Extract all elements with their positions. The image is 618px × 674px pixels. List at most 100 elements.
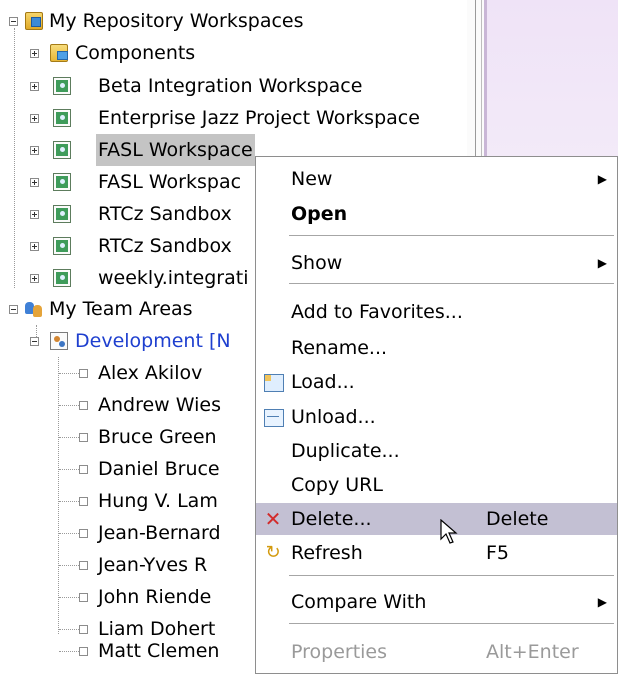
menu-item-label: Rename... <box>291 337 388 359</box>
tree-guide <box>59 597 79 599</box>
tree-guide <box>59 437 79 439</box>
tree-guide <box>59 565 79 567</box>
workspace-icon <box>53 109 71 127</box>
workspace-icon <box>53 141 71 159</box>
menu-separator <box>289 235 614 236</box>
workspace-icon <box>53 77 71 95</box>
tree-node-label: RTCz Sandbox <box>98 203 232 225</box>
collapse-icon[interactable] <box>30 337 39 346</box>
expand-icon[interactable] <box>30 49 39 58</box>
tree-node-label: FASL Workspac <box>98 171 242 193</box>
tree-guide <box>59 373 79 375</box>
expand-icon[interactable] <box>30 82 39 91</box>
tree-node-label: Alex Akilov <box>98 362 203 384</box>
menu-item-properties[interactable]: Properties Alt+Enter <box>256 636 617 668</box>
member-icon <box>79 433 88 442</box>
menu-separator <box>289 575 614 576</box>
tree-node-label: weekly.integrati <box>98 267 249 289</box>
menu-item-label: Properties <box>291 641 388 663</box>
tree-guide <box>59 533 79 535</box>
expand-icon[interactable] <box>30 242 39 251</box>
tree-guide <box>59 651 79 653</box>
menu-item-label: Refresh <box>291 542 363 564</box>
tree-node-label: Bruce Green <box>98 426 217 448</box>
collapse-icon[interactable] <box>9 305 18 314</box>
menu-item-new[interactable]: New ▶ <box>256 163 617 195</box>
unload-icon <box>264 409 284 427</box>
tree-node-label: My Team Areas <box>49 298 193 320</box>
tree-node-label: Jean-Bernard <box>98 522 221 544</box>
tree-node-label: John Riende <box>98 586 212 608</box>
team-area-icon <box>50 332 68 350</box>
member-icon <box>79 529 88 538</box>
member-icon <box>79 465 88 474</box>
menu-item-shortcut: Delete <box>486 508 549 530</box>
collapse-icon[interactable] <box>9 17 18 26</box>
submenu-arrow-icon: ▶ <box>597 256 607 270</box>
menu-item-unload[interactable]: Unload... <box>256 401 617 433</box>
menu-item-refresh[interactable]: ↻ Refresh F5 <box>256 537 617 569</box>
tree-node-label: Development [N <box>75 330 231 352</box>
menu-item-shortcut: F5 <box>486 542 510 564</box>
tree-node-label: Components <box>75 42 196 64</box>
menu-item-load[interactable]: Load... <box>256 366 617 398</box>
team-areas-icon <box>25 300 43 318</box>
tree-node-label: Enterprise Jazz Project Workspace <box>98 107 420 129</box>
refresh-icon: ↻ <box>265 542 281 563</box>
expand-icon[interactable] <box>30 178 39 187</box>
components-folder-icon <box>50 44 68 62</box>
menu-item-open[interactable]: Open <box>256 198 617 230</box>
tree-guide <box>14 28 16 288</box>
menu-item-copy-url[interactable]: Copy URL <box>256 469 617 501</box>
member-icon <box>79 369 88 378</box>
tree-node-label: Hung V. Lam <box>98 490 218 512</box>
menu-separator <box>289 623 614 624</box>
mouse-pointer-icon <box>440 519 458 544</box>
tree-node-label: Matt Clemen <box>98 640 220 662</box>
tree-node-label: Beta Integration Workspace <box>98 75 363 97</box>
tree-node-label: RTCz Sandbox <box>98 235 232 257</box>
tree-node-label: Jean-Yves R <box>98 554 208 576</box>
menu-item-show[interactable]: Show ▶ <box>256 247 617 279</box>
tree-node-label: Daniel Bruce <box>98 458 220 480</box>
member-icon <box>79 647 88 656</box>
menu-item-label: Load... <box>291 371 355 393</box>
menu-item-label: Unload... <box>291 406 376 428</box>
tree-node-label: My Repository Workspaces <box>49 10 304 32</box>
tree-guide <box>59 469 79 471</box>
member-icon <box>79 401 88 410</box>
workspace-icon <box>53 269 71 287</box>
workspace-icon <box>53 173 71 191</box>
menu-item-label: Copy URL <box>291 474 383 496</box>
menu-item-label: Duplicate... <box>291 440 400 462</box>
tree-guide <box>59 405 79 407</box>
menu-item-label: Add to Favorites... <box>291 301 463 323</box>
menu-item-label: New <box>291 168 333 190</box>
member-icon <box>79 593 88 602</box>
tree-guide <box>58 357 60 634</box>
tree-node-label: FASL Workspace <box>96 134 255 166</box>
workspace-icon <box>53 205 71 223</box>
tree-node-label: Andrew Wies <box>98 394 221 416</box>
member-icon <box>79 625 88 634</box>
menu-item-rename[interactable]: Rename... <box>256 332 617 364</box>
menu-item-add-to-favorites[interactable]: Add to Favorites... <box>256 296 617 328</box>
menu-item-shortcut: Alt+Enter <box>486 641 579 663</box>
submenu-arrow-icon: ▶ <box>597 595 607 609</box>
menu-item-duplicate[interactable]: Duplicate... <box>256 435 617 467</box>
tree-guide <box>59 629 79 631</box>
tree-guide <box>59 501 79 503</box>
expand-icon[interactable] <box>30 146 39 155</box>
expand-icon[interactable] <box>30 274 39 283</box>
menu-separator <box>289 283 614 284</box>
menu-item-label: Compare With <box>291 591 427 613</box>
workspace-icon <box>53 237 71 255</box>
menu-item-compare-with[interactable]: Compare With ▶ <box>256 586 617 618</box>
menu-item-label: Delete... <box>291 508 372 530</box>
context-menu: New ▶ Open Show ▶ Add to Favorites... Re… <box>255 156 618 674</box>
menu-item-delete[interactable]: ✕ Delete... Delete <box>256 503 617 535</box>
expand-icon[interactable] <box>30 210 39 219</box>
expand-icon[interactable] <box>30 114 39 123</box>
member-icon <box>79 497 88 506</box>
load-icon <box>264 374 284 392</box>
